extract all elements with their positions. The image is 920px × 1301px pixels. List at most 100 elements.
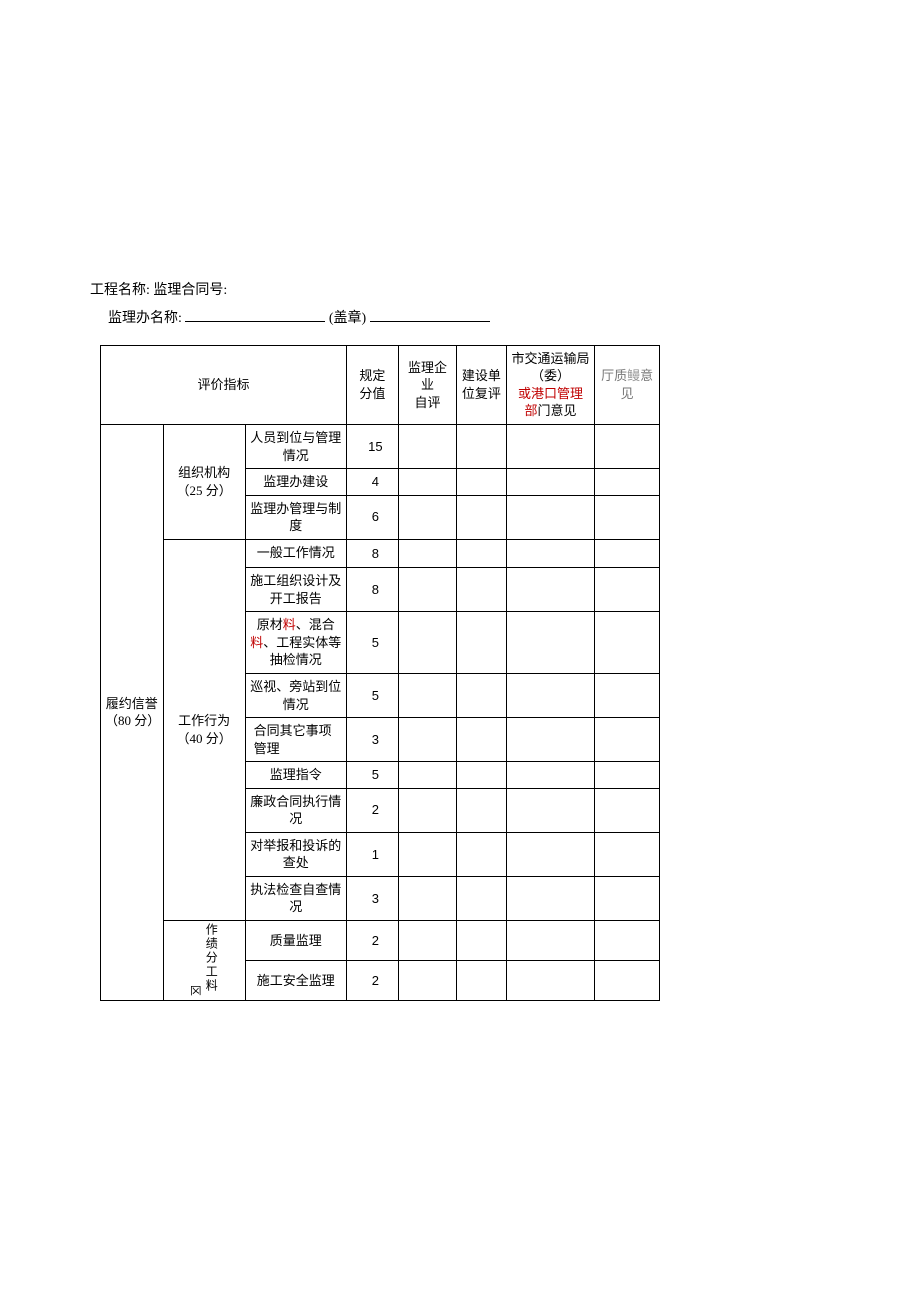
cell-hall: [595, 876, 660, 920]
cell-hall: [595, 718, 660, 762]
cell-self: [398, 876, 456, 920]
cell-review: [457, 424, 507, 468]
cell-hall: [595, 832, 660, 876]
bureau-b: 或港口管理: [518, 386, 583, 401]
cell-review: [457, 673, 507, 717]
item-label: 对举报和投诉的查处: [245, 832, 346, 876]
item-label: 监理办建设: [245, 469, 346, 496]
cell-hall: [595, 568, 660, 612]
cell-bureau: [506, 832, 594, 876]
cell-self: [398, 424, 456, 468]
item-label: 施工组织设计及开工报告: [245, 568, 346, 612]
item-score: 2: [347, 960, 399, 1000]
seal-blank: [370, 321, 490, 322]
office-name-label: 监理办名称:: [108, 311, 182, 326]
table-row: 履约信誉 （80 分） 组织机构（25 分） 人员到位与管理情况 15: [101, 424, 660, 468]
item-label: 原材料、混合料、工程实体等抽检情况: [245, 612, 346, 674]
cell-self: [398, 832, 456, 876]
item-label: 监理办管理与制度: [245, 495, 346, 539]
item-label: 合同其它事项管理: [245, 718, 346, 762]
table-header-row: 评价指标 规定 分值 监理企业 自评 建设单 位复评 市交通运输局（委） 或港口…: [101, 345, 660, 424]
lbl-c: 、工程实体等抽检情况: [263, 635, 341, 668]
project-name-label: 工程名称:: [90, 283, 150, 298]
cell-review: [457, 469, 507, 496]
cell-self: [398, 612, 456, 674]
bureau-a: 市交通运输局（委）: [511, 351, 589, 384]
cell-bureau: [506, 673, 594, 717]
review-a: 建设单: [462, 368, 501, 383]
item-label: 人员到位与管理情况: [245, 424, 346, 468]
perf-vlabel: 作绩分工料: [203, 923, 219, 993]
fixed-score-a: 规定: [359, 368, 385, 383]
group-main-a: 履约信誉: [106, 696, 158, 711]
cell-bureau: [506, 921, 594, 961]
item-score: 4: [347, 469, 399, 496]
cell-hall: [595, 673, 660, 717]
table-row: 区 作绩分工料 质量监理 2: [101, 921, 660, 961]
header-line-2: 监理办名称: (盖章): [90, 308, 830, 330]
col-hall: 厅质鳗意见: [595, 345, 660, 424]
cell-review: [457, 788, 507, 832]
cell-bureau: [506, 568, 594, 612]
cell-bureau: [506, 495, 594, 539]
cell-self: [398, 673, 456, 717]
cell-bureau: [506, 424, 594, 468]
cell-bureau: [506, 762, 594, 789]
cell-hall: [595, 788, 660, 832]
item-score: 1: [347, 832, 399, 876]
cell-bureau: [506, 876, 594, 920]
cell-review: [457, 921, 507, 961]
table-row: 工作行为（40 分） 一般工作情况 8: [101, 539, 660, 568]
cell-hall: [595, 469, 660, 496]
cell-review: [457, 568, 507, 612]
header-line-1: 工程名称: 监理合同号:: [90, 280, 830, 302]
cell-hall: [595, 495, 660, 539]
cell-hall: [595, 612, 660, 674]
lbl-b: 、混合: [296, 617, 335, 632]
item-score: 2: [347, 788, 399, 832]
cell-self: [398, 469, 456, 496]
cell-review: [457, 718, 507, 762]
cell-hall: [595, 921, 660, 961]
item-label: 质量监理: [245, 921, 346, 961]
cell-bureau: [506, 960, 594, 1000]
cell-review: [457, 960, 507, 1000]
self-b: 自评: [414, 395, 440, 410]
cell-bureau: [506, 612, 594, 674]
cell-hall: [595, 960, 660, 1000]
item-label: 施工安全监理: [245, 960, 346, 1000]
item-score: 5: [347, 762, 399, 789]
fixed-score-b: 分值: [359, 386, 385, 401]
item-label: 廉政合同执行情况: [245, 788, 346, 832]
lbl-red1: 料: [283, 617, 296, 632]
col-self-eval: 监理企业 自评: [398, 345, 456, 424]
col-indicator: 评价指标: [101, 345, 347, 424]
item-score: 8: [347, 568, 399, 612]
form-header: 工程名称: 监理合同号: 监理办名称: (盖章): [90, 280, 830, 331]
subgroup-perf: 区 作绩分工料: [163, 921, 245, 1001]
cell-self: [398, 718, 456, 762]
cell-bureau: [506, 469, 594, 496]
cell-bureau: [506, 718, 594, 762]
cell-bureau: [506, 539, 594, 568]
bureau-c: 部: [524, 403, 537, 418]
cell-review: [457, 876, 507, 920]
lbl-red2: 料: [250, 635, 263, 650]
cell-review: [457, 495, 507, 539]
cell-self: [398, 960, 456, 1000]
rot-mark: 区: [187, 985, 202, 996]
cell-hall: [595, 762, 660, 789]
group-main-b: （80 分）: [105, 713, 160, 728]
col-bureau: 市交通运输局（委） 或港口管理 部门意见: [506, 345, 594, 424]
item-score: 6: [347, 495, 399, 539]
review-b: 位复评: [462, 386, 501, 401]
cell-review: [457, 762, 507, 789]
office-name-blank: [185, 321, 325, 322]
col-review: 建设单 位复评: [457, 345, 507, 424]
cell-self: [398, 539, 456, 568]
item-score: 2: [347, 921, 399, 961]
bureau-d: 门意见: [537, 403, 576, 418]
item-score: 3: [347, 876, 399, 920]
cell-hall: [595, 539, 660, 568]
item-label: 监理指令: [245, 762, 346, 789]
